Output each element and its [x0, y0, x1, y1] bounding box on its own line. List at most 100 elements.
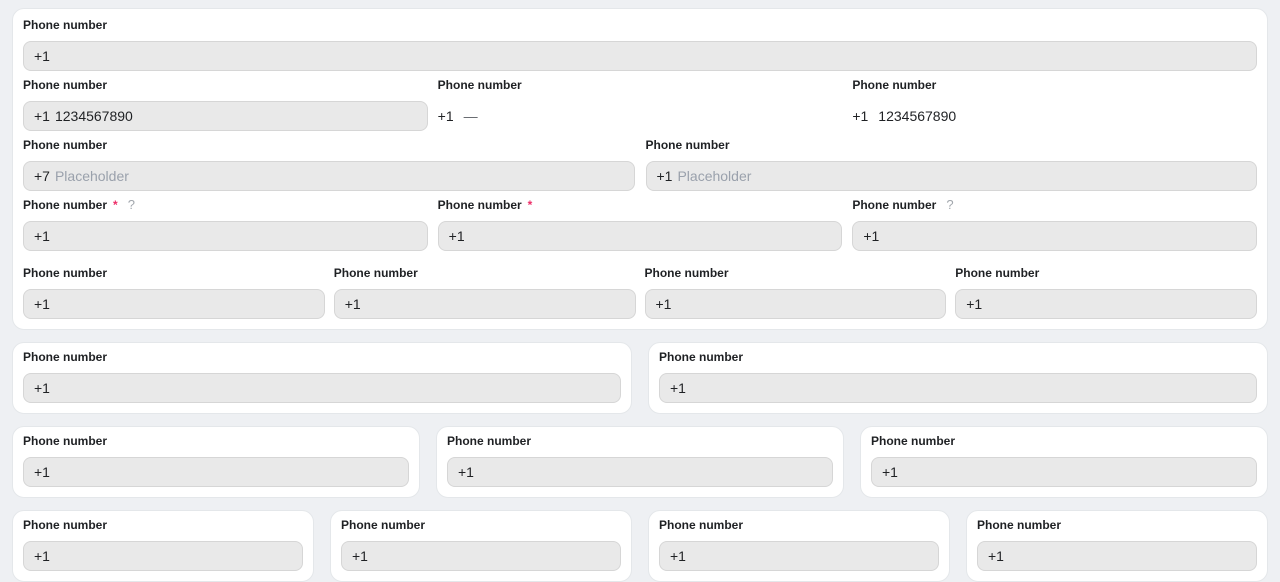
field-label: Phone number — [438, 199, 522, 211]
phone-input-box[interactable]: +1 — [447, 457, 833, 487]
field-label-row: Phone number — [23, 435, 409, 447]
phone-input[interactable] — [55, 108, 417, 124]
phone-input[interactable] — [691, 548, 928, 564]
phone-card: Phone number +1 — [648, 510, 950, 582]
country-code-prefix: +1 — [863, 228, 879, 244]
phone-input[interactable] — [884, 228, 1246, 244]
phone-input-box[interactable]: +1 — [646, 161, 1258, 191]
phone-input[interactable] — [1009, 548, 1246, 564]
phone-card: Phone number +1 — [330, 510, 632, 582]
phone-field: Phone number +1 — [955, 267, 1257, 319]
row-four-columns: Phone number +1 Phone number +1 — [23, 267, 1257, 319]
country-code-prefix: +1 — [34, 296, 50, 312]
phone-input[interactable] — [903, 464, 1246, 480]
help-icon[interactable]: ? — [946, 199, 953, 211]
country-code-prefix: +1 — [34, 548, 50, 564]
field-label: Phone number — [646, 139, 730, 151]
phone-card: Phone number +1 — [860, 426, 1268, 498]
field-label-row: Phone number — [23, 139, 635, 151]
phone-input-box[interactable]: +1 — [645, 289, 947, 319]
field-label-row: Phone number — [23, 267, 325, 279]
phone-readonly-number: 1234567890 — [878, 108, 956, 124]
phone-field-required-help: Phone number * ? +1 — [23, 199, 428, 251]
phone-input-box[interactable]: +1 — [23, 373, 621, 403]
phone-field: Phone number +1 — [334, 267, 636, 319]
main-card-rows: Phone number +1 Phone number +1 — [23, 19, 1257, 319]
phone-card: Phone number +1 — [12, 510, 314, 582]
phone-readonly-value: +1 1234567890 — [852, 101, 1257, 131]
country-code-prefix: +7 — [34, 168, 50, 184]
two-card-row: Phone number +1 Phone number +1 — [12, 342, 1268, 414]
phone-input[interactable] — [676, 296, 935, 312]
phone-input[interactable] — [470, 228, 832, 244]
phone-input[interactable] — [366, 296, 625, 312]
field-label: Phone number — [659, 519, 743, 531]
phone-input[interactable] — [479, 464, 822, 480]
country-code-prefix: +1 — [352, 548, 368, 564]
phone-input-box[interactable]: +1 — [977, 541, 1257, 571]
field-label-row: Phone number — [447, 435, 833, 447]
three-card-row: Phone number +1 Phone number +1 — [12, 426, 1268, 498]
phone-input[interactable] — [55, 464, 398, 480]
phone-readonly-value: +1 — — [438, 101, 843, 131]
phone-card: Phone number +1 — [436, 426, 844, 498]
phone-input-box[interactable]: +1 — [659, 373, 1257, 403]
row-placeholders: Phone number +7 Phone number +1 — [23, 139, 1257, 191]
phone-input-box[interactable]: +1 — [341, 541, 621, 571]
required-asterisk: * — [113, 199, 118, 211]
phone-input[interactable] — [373, 548, 610, 564]
phone-input-box[interactable]: +1 — [23, 289, 325, 319]
phone-input[interactable] — [55, 228, 417, 244]
country-code-prefix: +1 — [34, 380, 50, 396]
phone-input-box[interactable]: +1 — [23, 101, 428, 131]
phone-input-box[interactable]: +1 — [23, 41, 1257, 71]
country-code-prefix: +1 — [670, 548, 686, 564]
field-label-row: Phone number — [659, 351, 1257, 363]
phone-input[interactable] — [55, 168, 624, 184]
field-label-row: Phone number — [852, 79, 1257, 91]
phone-input-box[interactable]: +1 — [871, 457, 1257, 487]
field-label-row: Phone number — [955, 267, 1257, 279]
phone-input-box[interactable]: +1 — [438, 221, 843, 251]
field-label: Phone number — [23, 435, 107, 447]
phone-input-box[interactable]: +1 — [334, 289, 636, 319]
phone-card: Phone number +1 — [12, 426, 420, 498]
phone-field: Phone number +1 — [447, 435, 833, 487]
phone-input[interactable] — [691, 380, 1246, 396]
phone-input-box[interactable]: +1 — [23, 221, 428, 251]
help-icon[interactable]: ? — [128, 199, 135, 211]
country-code-prefix: +1 — [988, 548, 1004, 564]
phone-input-box[interactable]: +1 — [955, 289, 1257, 319]
phone-input-box[interactable]: +1 — [852, 221, 1257, 251]
phone-input[interactable] — [55, 548, 292, 564]
phone-field-required: Phone number * +1 — [438, 199, 843, 251]
phone-field: Phone number +1 — [659, 519, 939, 571]
field-label-row: Phone number * ? — [23, 199, 428, 211]
phone-input[interactable] — [677, 168, 1246, 184]
field-label: Phone number — [23, 19, 107, 31]
field-label-row: Phone number — [438, 79, 843, 91]
phone-input-box[interactable]: +1 — [23, 541, 303, 571]
field-label-row: Phone number — [871, 435, 1257, 447]
row-required-help: Phone number * ? +1 Phone number * — [23, 199, 1257, 251]
phone-field-filled: Phone number +1 — [23, 79, 428, 131]
field-label: Phone number — [23, 139, 107, 151]
country-code-prefix: +1 — [852, 108, 868, 124]
field-label: Phone number — [23, 79, 107, 91]
field-label-row: Phone number — [977, 519, 1257, 531]
phone-input[interactable] — [55, 296, 314, 312]
phone-input-box[interactable]: +1 — [23, 457, 409, 487]
phone-input[interactable] — [987, 296, 1246, 312]
country-code-prefix: +1 — [882, 464, 898, 480]
phone-input-box[interactable]: +7 — [23, 161, 635, 191]
page: Phone number +1 Phone number +1 — [0, 0, 1280, 582]
phone-field-readonly-empty: Phone number +1 — — [438, 79, 843, 131]
field-label-row: Phone number — [646, 139, 1258, 151]
main-card: Phone number +1 Phone number +1 — [12, 8, 1268, 330]
country-code-prefix: +1 — [670, 380, 686, 396]
country-code-prefix: +1 — [34, 48, 50, 64]
phone-input[interactable] — [55, 48, 1246, 64]
phone-input[interactable] — [55, 380, 610, 396]
phone-input-box[interactable]: +1 — [659, 541, 939, 571]
field-label: Phone number — [23, 351, 107, 363]
